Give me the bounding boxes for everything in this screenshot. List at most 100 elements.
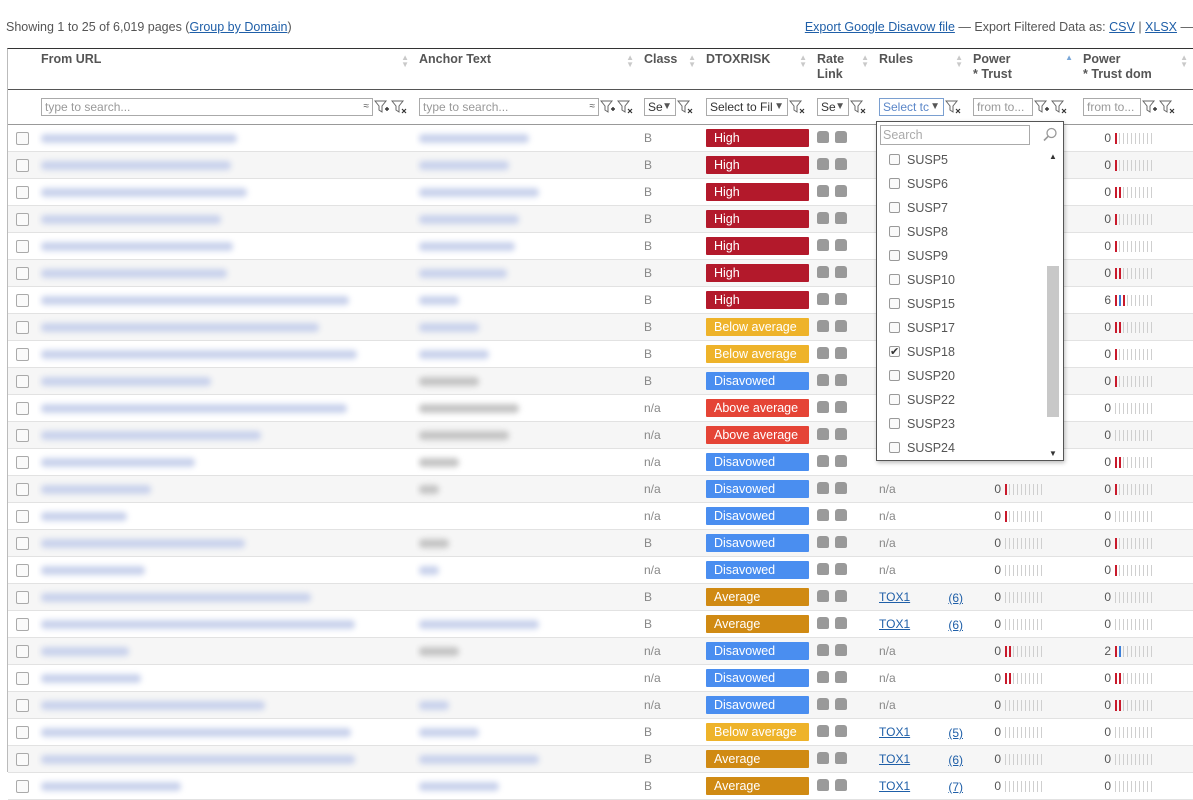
- thumbs-down-icon[interactable]: [835, 589, 847, 602]
- export-csv-link[interactable]: CSV: [1109, 20, 1135, 34]
- from-url-cell[interactable]: [37, 124, 415, 152]
- rule-count-link[interactable]: (6): [948, 591, 963, 605]
- sort-icon[interactable]: ▲ ▼: [688, 54, 696, 69]
- thumbs-down-icon[interactable]: [835, 319, 847, 332]
- thumbs-down-icon[interactable]: [835, 670, 847, 683]
- row-checkbox[interactable]: [16, 213, 29, 227]
- rules-option[interactable]: SUSP22: [877, 388, 1045, 412]
- option-checkbox[interactable]: [889, 250, 900, 261]
- filter-clear-icon[interactable]: [390, 99, 407, 115]
- from-url-cell[interactable]: [37, 529, 415, 557]
- sort-icon[interactable]: ▲ ▼: [401, 54, 409, 69]
- rules-option[interactable]: SUSP7: [877, 196, 1045, 220]
- thumbs-up-icon[interactable]: [817, 211, 829, 224]
- option-checkbox[interactable]: [889, 442, 900, 453]
- thumbs-up-icon[interactable]: [817, 373, 829, 386]
- option-checkbox[interactable]: [889, 202, 900, 213]
- row-checkbox[interactable]: [16, 456, 29, 470]
- scroll-down-icon[interactable]: ▼: [1049, 449, 1057, 458]
- row-checkbox[interactable]: [16, 753, 29, 767]
- thumbs-up-icon[interactable]: [817, 562, 829, 575]
- option-checkbox[interactable]: [889, 298, 900, 309]
- rule-count-link[interactable]: (5): [948, 726, 963, 740]
- from-url-cell[interactable]: [37, 340, 415, 368]
- rules-option[interactable]: SUSP23: [877, 412, 1045, 436]
- thumbs-up-icon[interactable]: [817, 697, 829, 710]
- thumbs-down-icon[interactable]: [835, 238, 847, 251]
- thumbs-up-icon[interactable]: [817, 427, 829, 440]
- thumbs-down-icon[interactable]: [835, 265, 847, 278]
- filter-clear-icon[interactable]: [1050, 99, 1067, 115]
- thumbs-up-icon[interactable]: [817, 265, 829, 278]
- class-select[interactable]: Se ▼: [644, 98, 676, 116]
- sort-icon[interactable]: ▲ ▼: [626, 54, 634, 69]
- from-url-cell[interactable]: [37, 178, 415, 206]
- row-checkbox[interactable]: [16, 267, 29, 281]
- row-checkbox[interactable]: [16, 699, 29, 713]
- thumbs-down-icon[interactable]: [835, 454, 847, 467]
- thumbs-down-icon[interactable]: [835, 562, 847, 575]
- from-url-cell[interactable]: [37, 259, 415, 287]
- thumbs-up-icon[interactable]: [817, 778, 829, 791]
- col-from-url[interactable]: From URL ▲ ▼: [37, 49, 415, 90]
- row-checkbox[interactable]: [16, 780, 29, 794]
- rules-option[interactable]: SUSP15: [877, 292, 1045, 316]
- ptd-range-input[interactable]: from to...: [1083, 98, 1141, 116]
- thumbs-up-icon[interactable]: [817, 346, 829, 359]
- rules-dropdown-search-input[interactable]: Search: [880, 125, 1030, 145]
- option-checkbox[interactable]: [889, 394, 900, 405]
- from-url-cell[interactable]: [37, 394, 415, 422]
- thumbs-up-icon[interactable]: [817, 643, 829, 656]
- rule-link[interactable]: TOX1: [879, 590, 910, 604]
- rule-link[interactable]: TOX1: [879, 617, 910, 631]
- pt-range-input[interactable]: from to...: [973, 98, 1033, 116]
- thumbs-down-icon[interactable]: [835, 427, 847, 440]
- rules-option[interactable]: SUSP18: [877, 340, 1045, 364]
- row-checkbox[interactable]: [16, 564, 29, 578]
- option-checkbox[interactable]: [889, 274, 900, 285]
- from-url-cell[interactable]: [37, 367, 415, 395]
- tilde-icon[interactable]: ≈: [590, 99, 596, 115]
- sort-icon[interactable]: ▲ ▼: [1180, 54, 1188, 69]
- thumbs-down-icon[interactable]: [835, 130, 847, 143]
- rule-link[interactable]: TOX1: [879, 779, 910, 793]
- thumbs-down-icon[interactable]: [835, 292, 847, 305]
- thumbs-up-icon[interactable]: [817, 589, 829, 602]
- rules-option[interactable]: SUSP6: [877, 172, 1045, 196]
- col-anchor-text[interactable]: Anchor Text ▲ ▼: [415, 49, 640, 90]
- row-checkbox[interactable]: [16, 672, 29, 686]
- thumbs-up-icon[interactable]: [817, 130, 829, 143]
- option-checkbox[interactable]: [889, 226, 900, 237]
- scroll-thumb[interactable]: [1047, 266, 1059, 417]
- thumbs-up-icon[interactable]: [817, 454, 829, 467]
- group-by-domain-link[interactable]: Group by Domain: [189, 20, 287, 34]
- col-rules[interactable]: Rules ▲ ▼: [875, 49, 969, 90]
- thumbs-down-icon[interactable]: [835, 373, 847, 386]
- from-url-cell[interactable]: [37, 475, 415, 503]
- from-url-cell[interactable]: [37, 448, 415, 476]
- row-checkbox[interactable]: [16, 132, 29, 146]
- thumbs-down-icon[interactable]: [835, 616, 847, 629]
- from-url-cell[interactable]: [37, 313, 415, 341]
- col-rate-link[interactable]: Rate Link ▲ ▼: [813, 49, 875, 90]
- rule-link[interactable]: TOX1: [879, 752, 910, 766]
- thumbs-down-icon[interactable]: [835, 508, 847, 521]
- thumbs-up-icon[interactable]: [817, 670, 829, 683]
- thumbs-up-icon[interactable]: [817, 319, 829, 332]
- rules-option[interactable]: SUSP8: [877, 220, 1045, 244]
- thumbs-down-icon[interactable]: [835, 535, 847, 548]
- thumbs-down-icon[interactable]: [835, 481, 847, 494]
- thumbs-up-icon[interactable]: [817, 238, 829, 251]
- from-url-cell[interactable]: [37, 664, 415, 692]
- thumbs-up-icon[interactable]: [817, 400, 829, 413]
- rule-link[interactable]: TOX1: [879, 725, 910, 739]
- rule-count-link[interactable]: (6): [948, 753, 963, 767]
- filter-add-icon[interactable]: [1033, 99, 1050, 115]
- filter-clear-icon[interactable]: [676, 99, 693, 115]
- rules-option[interactable]: SUSP17: [877, 316, 1045, 340]
- thumbs-up-icon[interactable]: [817, 724, 829, 737]
- from-url-cell[interactable]: [37, 637, 415, 665]
- option-checkbox[interactable]: [889, 178, 900, 189]
- from-url-cell[interactable]: [37, 556, 415, 584]
- row-checkbox[interactable]: [16, 321, 29, 335]
